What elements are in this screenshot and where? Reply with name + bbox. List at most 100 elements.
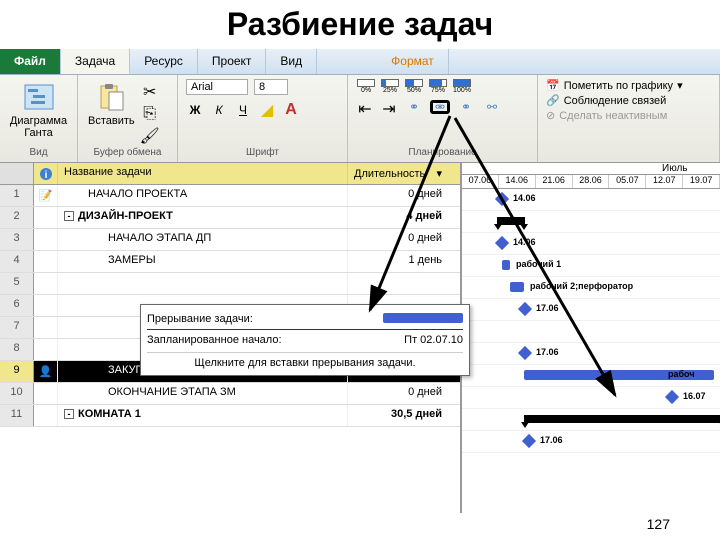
row-number[interactable]: 3 [0, 229, 34, 250]
gantt-row[interactable]: 17.06 [462, 431, 720, 453]
tooltip-title: Прерывание задачи: [147, 313, 253, 325]
underline-button[interactable]: Ч [234, 103, 252, 117]
gantt-chart-button[interactable]: Диаграмма Ганта [8, 79, 69, 141]
italic-button[interactable]: К [210, 103, 228, 117]
gantt-row[interactable]: рабочий 1 [462, 255, 720, 277]
link2-icon[interactable]: ⚭ [456, 100, 476, 114]
duration-cell[interactable]: 30,5 дней [348, 405, 448, 426]
duration-cell[interactable]: 0 дней [348, 229, 448, 250]
task-name-cell[interactable]: -КОМНАТА 1 [58, 405, 348, 426]
outline-toggle[interactable]: - [64, 211, 74, 221]
gantt-row[interactable] [462, 409, 720, 431]
fill-color-icon[interactable]: ◢ [258, 101, 276, 119]
copy-icon[interactable]: ⎘ [141, 105, 159, 123]
row-number[interactable]: 1 [0, 185, 34, 206]
gantt-row[interactable]: 16.07 [462, 387, 720, 409]
tab-resource[interactable]: Ресурс [130, 49, 198, 74]
task-row[interactable]: 11 -КОМНАТА 130,5 дней [0, 405, 460, 427]
respect-links-button[interactable]: 🔗Соблюдение связей [546, 94, 711, 107]
task-row[interactable]: 10 ОКОНЧАНИЕ ЭТАПА ЗМ0 дней [0, 383, 460, 405]
duration-cell[interactable]: 1 день [348, 251, 448, 272]
font-name-select[interactable] [186, 79, 248, 95]
progress-0[interactable]: 0% [356, 79, 376, 94]
col-info[interactable]: i [34, 163, 58, 184]
tab-format[interactable]: Формат [377, 49, 449, 74]
row-number[interactable]: 2 [0, 207, 34, 228]
make-inactive-button[interactable]: ⊘Сделать неактивным [546, 109, 711, 122]
gantt-row[interactable]: рабочий 2;перфоратор [462, 277, 720, 299]
row-number[interactable]: 9 [0, 361, 34, 382]
col-rownum[interactable] [0, 163, 34, 184]
task-name-cell[interactable]: ЗАМЕРЫ [58, 251, 348, 272]
mark-on-schedule-button[interactable]: 📅Пометить по графику ▾ [546, 79, 711, 92]
task-row[interactable]: 5 [0, 273, 460, 295]
progress-25[interactable]: 25% [380, 79, 400, 94]
split-task-icon[interactable]: ⚮ [430, 100, 450, 114]
milestone[interactable] [518, 346, 532, 360]
cut-icon[interactable]: ✂ [141, 83, 159, 101]
gantt-row[interactable]: 14.06 [462, 189, 720, 211]
task-bar[interactable] [510, 282, 524, 292]
row-number[interactable]: 4 [0, 251, 34, 272]
milestone[interactable] [522, 434, 536, 448]
row-number[interactable]: 5 [0, 273, 34, 294]
milestone[interactable] [495, 236, 509, 250]
milestone[interactable] [495, 192, 509, 206]
duration-cell[interactable]: 4 дней [348, 207, 448, 228]
task-row[interactable]: 1📝НАЧАЛО ПРОЕКТА0 дней [0, 185, 460, 207]
row-number[interactable]: 11 [0, 405, 34, 426]
gantt-row[interactable]: 17.06 [462, 343, 720, 365]
milestone[interactable] [518, 302, 532, 316]
task-name-cell[interactable]: НАЧАЛО ПРОЕКТА [58, 185, 348, 206]
tab-project[interactable]: Проект [198, 49, 267, 74]
task-name-cell[interactable]: НАЧАЛО ЭТАПА ДП [58, 229, 348, 250]
gantt-body[interactable]: 14.0614.06рабочий 1рабочий 2;перфоратор1… [462, 189, 720, 453]
progress-50[interactable]: 50% [404, 79, 424, 94]
slide-title: Разбиение задач [0, 0, 720, 49]
gantt-row[interactable] [462, 211, 720, 233]
gantt-chart[interactable]: Июль 07.0614.0621.0628.0605.0712.0719.07… [462, 163, 720, 513]
tab-view[interactable]: Вид [266, 49, 317, 74]
font-color-icon[interactable]: A [282, 101, 300, 119]
outdent-icon[interactable]: ⇤ [356, 100, 374, 118]
summary-bar[interactable] [497, 217, 525, 225]
bold-button[interactable]: Ж [186, 103, 204, 117]
dropdown-icon[interactable]: ▾ [436, 167, 442, 180]
task-row[interactable]: 3 НАЧАЛО ЭТАПА ДП0 дней [0, 229, 460, 251]
task-name-cell[interactable]: ОКОНЧАНИЕ ЭТАПА ЗМ [58, 383, 348, 404]
duration-cell[interactable]: 0 дней [348, 383, 448, 404]
progress-100[interactable]: 100% [452, 79, 472, 94]
task-name-cell[interactable]: -ДИЗАЙН-ПРОЕКТ [58, 207, 348, 228]
unlink-icon[interactable]: ⚯ [482, 100, 502, 114]
duration-cell[interactable] [348, 273, 448, 294]
col-duration[interactable]: Длительность▾ [348, 163, 448, 184]
row-number[interactable]: 6 [0, 295, 34, 316]
task-row[interactable]: 4 ЗАМЕРЫ1 день [0, 251, 460, 273]
bar-label: 14.06 [513, 193, 536, 203]
bar-label: 17.06 [536, 347, 559, 357]
row-number[interactable]: 7 [0, 317, 34, 338]
milestone[interactable] [665, 390, 679, 404]
task-bar[interactable] [502, 260, 510, 270]
task-name-cell[interactable] [58, 273, 348, 294]
col-name[interactable]: Название задачи [58, 163, 348, 184]
tooltip-bar-icon [383, 313, 463, 323]
row-number[interactable]: 10 [0, 383, 34, 404]
gantt-row[interactable]: 17.06 [462, 299, 720, 321]
outline-toggle[interactable]: - [64, 409, 74, 419]
progress-75[interactable]: 75% [428, 79, 448, 94]
format-painter-icon[interactable]: 🖌 [141, 127, 159, 145]
duration-cell[interactable]: 0 дней [348, 185, 448, 206]
task-row[interactable]: 2 -ДИЗАЙН-ПРОЕКТ4 дней [0, 207, 460, 229]
summary-bar[interactable] [524, 415, 720, 423]
gantt-row[interactable]: 14.06 [462, 233, 720, 255]
tab-file[interactable]: Файл [0, 49, 61, 74]
link-icon[interactable]: ⚭ [404, 100, 424, 114]
gantt-row[interactable] [462, 321, 720, 343]
gantt-row[interactable]: рабоч [462, 365, 720, 387]
indent-icon[interactable]: ⇥ [380, 100, 398, 118]
paste-button[interactable]: Вставить [86, 79, 137, 145]
font-size-select[interactable] [254, 79, 288, 95]
tab-task[interactable]: Задача [61, 49, 130, 74]
row-number[interactable]: 8 [0, 339, 34, 360]
